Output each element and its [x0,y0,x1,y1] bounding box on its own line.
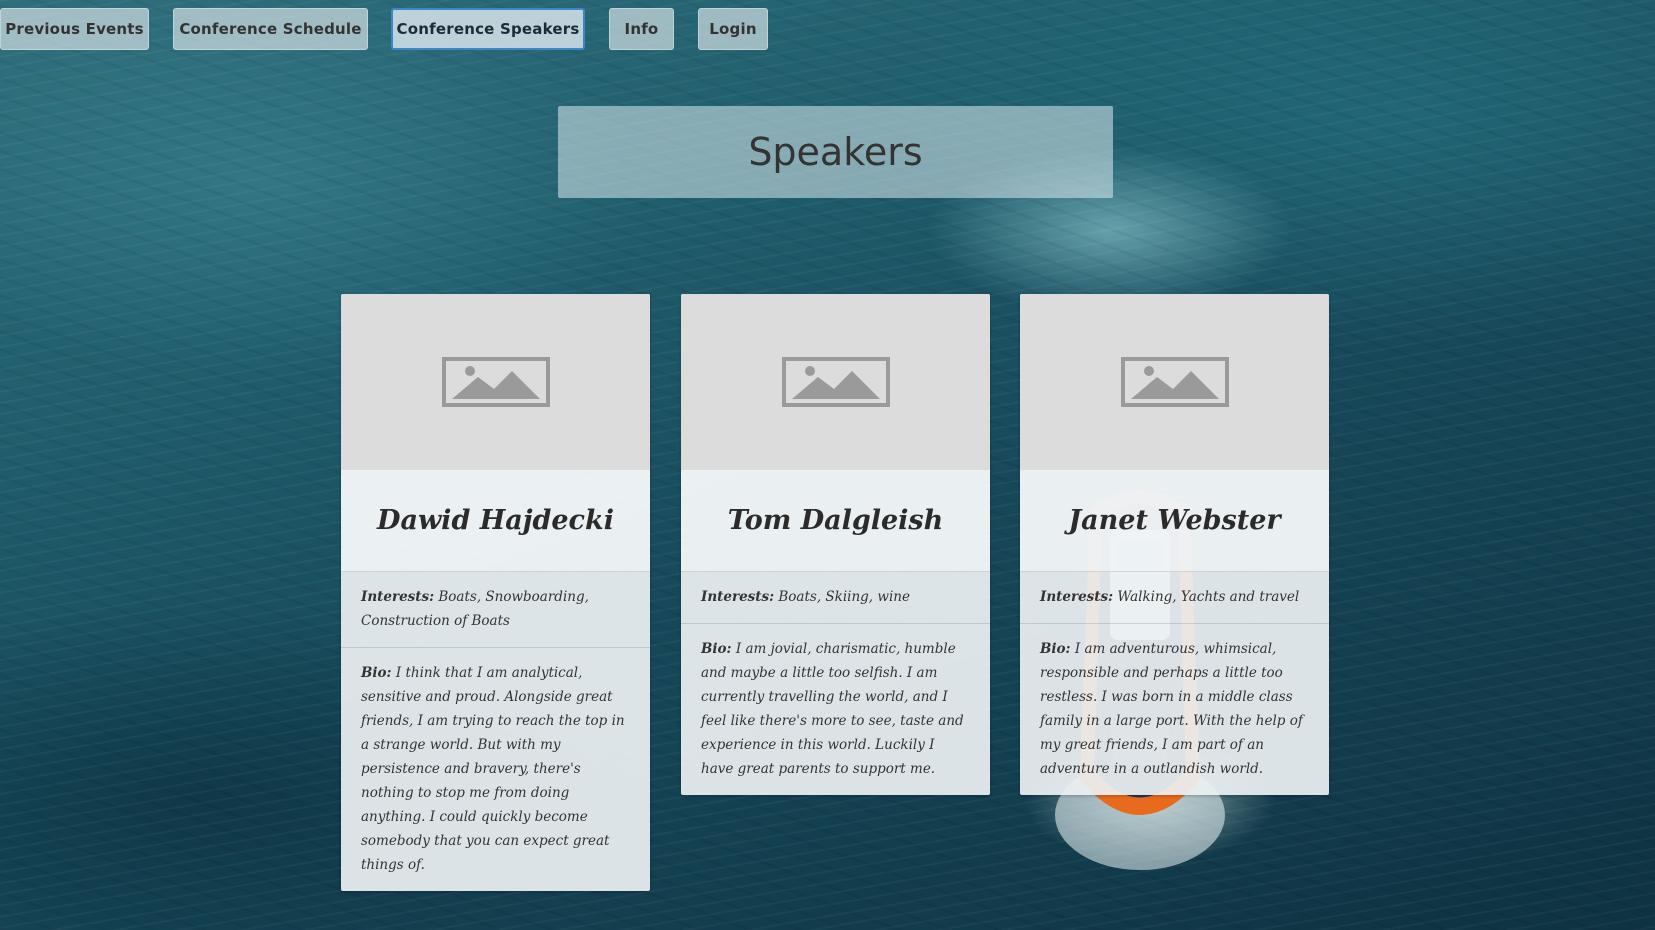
nav-info[interactable]: Info [609,8,674,50]
speaker-name: Tom Dalgleish [727,505,944,536]
image-placeholder-icon [781,357,890,407]
speaker-bio: Bio: I think that I am analytical, sensi… [341,647,650,891]
nav-previous-events[interactable]: Previous Events [0,8,149,50]
bio-label: Bio: [361,665,392,681]
nav-conference-schedule[interactable]: Conference Schedule [173,8,368,50]
bio-label: Bio: [701,641,732,657]
interests-label: Interests: [361,589,435,605]
bio-value: I am adventurous, whimsical, responsible… [1040,641,1303,777]
image-placeholder-icon [1120,357,1229,407]
speaker-photo-placeholder [1020,294,1329,470]
bio-label: Bio: [1040,641,1071,657]
page-title-banner: Speakers [558,106,1113,198]
nav-conference-speakers[interactable]: Conference Speakers [391,8,585,50]
interests-value: Boats, Skiing, wine [778,589,910,605]
speaker-bio: Bio: I am adventurous, whimsical, respon… [1020,623,1329,795]
image-placeholder-icon [441,357,550,407]
speaker-interests: Interests: Boats, Skiing, wine [681,572,990,623]
speaker-photo-placeholder [341,294,650,470]
page-title: Speakers [748,130,923,174]
nav-login[interactable]: Login [698,8,768,50]
speaker-name-section: Janet Webster [1020,470,1329,572]
speaker-card: Janet Webster Interests: Walking, Yachts… [1020,294,1329,795]
interests-label: Interests: [1040,589,1114,605]
speaker-card: Dawid Hajdecki Interests: Boats, Snowboa… [341,294,650,891]
interests-value: Walking, Yachts and travel [1117,589,1300,605]
speaker-name: Janet Webster [1068,505,1281,536]
speaker-bio: Bio: I am jovial, charismatic, humble an… [681,623,990,795]
interests-label: Interests: [701,589,775,605]
speaker-card: Tom Dalgleish Interests: Boats, Skiing, … [681,294,990,795]
speaker-interests: Interests: Boats, Snowboarding, Construc… [341,572,650,647]
bio-value: I think that I am analytical, sensitive … [361,665,625,873]
speaker-photo-placeholder [681,294,990,470]
speaker-name: Dawid Hajdecki [377,505,614,536]
speaker-name-section: Tom Dalgleish [681,470,990,572]
speaker-name-section: Dawid Hajdecki [341,470,650,572]
speaker-interests: Interests: Walking, Yachts and travel [1020,572,1329,623]
bio-value: I am jovial, charismatic, humble and may… [701,641,964,777]
